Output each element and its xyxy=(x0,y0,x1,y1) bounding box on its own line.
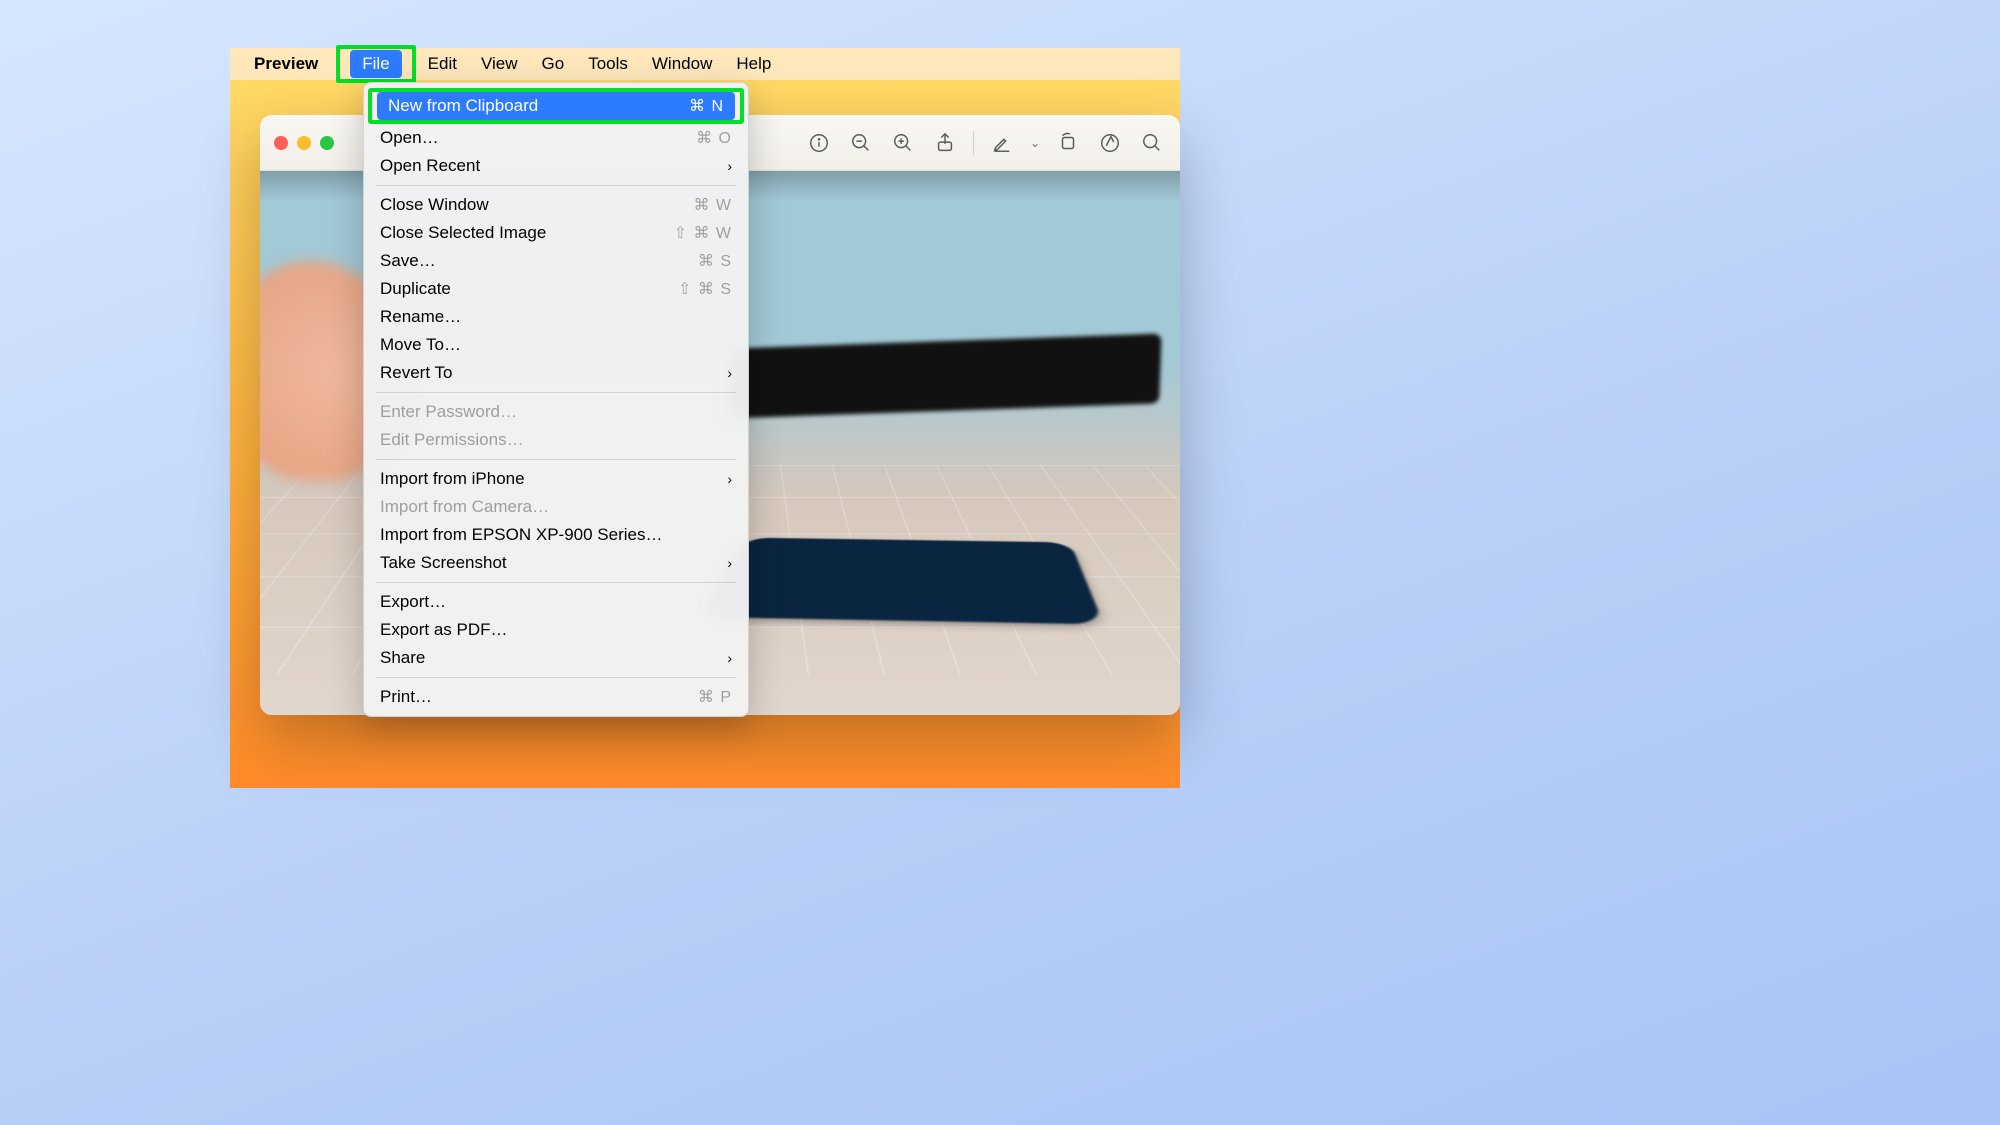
menu-item-rename[interactable]: Rename… xyxy=(364,303,748,331)
share-icon[interactable] xyxy=(931,129,959,157)
menu-item-label: Revert To xyxy=(380,363,727,383)
rotate-icon[interactable] xyxy=(1054,129,1082,157)
menu-shortcut: ⌘ N xyxy=(689,96,724,116)
chevron-down-icon[interactable]: ⌄ xyxy=(1030,136,1040,150)
menu-item-label: Move To… xyxy=(380,335,732,355)
zoom-in-icon[interactable] xyxy=(889,129,917,157)
menu-divider xyxy=(376,582,736,583)
menu-item-label: Print… xyxy=(380,687,698,707)
info-icon[interactable] xyxy=(805,129,833,157)
menu-item-share[interactable]: Share› xyxy=(364,644,748,672)
search-icon[interactable] xyxy=(1138,129,1166,157)
menu-shortcut: ⇧ ⌘ S xyxy=(678,279,732,299)
menu-item-label: Export… xyxy=(380,592,732,612)
minimize-button[interactable] xyxy=(297,136,311,150)
menu-divider xyxy=(376,185,736,186)
markup-icon[interactable] xyxy=(1096,129,1124,157)
toolbar-separator xyxy=(973,131,974,155)
menu-shortcut: ⌘ O xyxy=(696,128,732,148)
menu-item-import-from-epson-xp-900-series[interactable]: Import from EPSON XP-900 Series… xyxy=(364,521,748,549)
menu-file[interactable]: File xyxy=(336,45,415,83)
menu-go[interactable]: Go xyxy=(530,50,577,78)
menu-window[interactable]: Window xyxy=(640,50,724,78)
menu-item-duplicate[interactable]: Duplicate⇧ ⌘ S xyxy=(364,275,748,303)
menu-item-import-from-iphone[interactable]: Import from iPhone› xyxy=(364,465,748,493)
menu-divider xyxy=(376,459,736,460)
chevron-right-icon: › xyxy=(727,555,732,571)
menu-item-close-window[interactable]: Close Window⌘ W xyxy=(364,191,748,219)
menubar: Preview File Edit View Go Tools Window H… xyxy=(230,48,1180,80)
file-menu-dropdown: New from Clipboard⌘ NOpen…⌘ OOpen Recent… xyxy=(363,82,749,717)
menu-item-label: Open… xyxy=(380,128,696,148)
menu-view[interactable]: View xyxy=(469,50,530,78)
menu-item-take-screenshot[interactable]: Take Screenshot› xyxy=(364,549,748,577)
highlight-new-from-clipboard: New from Clipboard⌘ N xyxy=(368,88,744,124)
highlight-icon[interactable] xyxy=(988,129,1016,157)
chevron-right-icon: › xyxy=(727,365,732,381)
menu-item-label: Close Selected Image xyxy=(380,223,674,243)
menu-item-label: Rename… xyxy=(380,307,732,327)
menu-item-label: Share xyxy=(380,648,727,668)
close-button[interactable] xyxy=(274,136,288,150)
menu-divider xyxy=(376,392,736,393)
menu-item-label: New from Clipboard xyxy=(388,96,689,116)
menu-item-save[interactable]: Save…⌘ S xyxy=(364,247,748,275)
menu-shortcut: ⇧ ⌘ W xyxy=(674,223,732,243)
menu-item-label: Edit Permissions… xyxy=(380,430,732,450)
menu-item-label: Close Window xyxy=(380,195,693,215)
menu-item-edit-permissions: Edit Permissions… xyxy=(364,426,748,454)
app-name[interactable]: Preview xyxy=(254,54,318,74)
menu-shortcut: ⌘ S xyxy=(698,251,732,271)
menu-shortcut: ⌘ P xyxy=(698,687,732,707)
menu-item-open-recent[interactable]: Open Recent› xyxy=(364,152,748,180)
chevron-right-icon: › xyxy=(727,158,732,174)
menu-edit[interactable]: Edit xyxy=(416,50,469,78)
menu-shortcut: ⌘ W xyxy=(693,195,732,215)
menu-divider xyxy=(376,677,736,678)
menu-item-label: Save… xyxy=(380,251,698,271)
menu-file-label: File xyxy=(350,50,401,78)
menu-item-close-selected-image[interactable]: Close Selected Image⇧ ⌘ W xyxy=(364,219,748,247)
menu-item-label: Import from Camera… xyxy=(380,497,732,517)
menu-item-label: Take Screenshot xyxy=(380,553,727,573)
menu-item-label: Import from EPSON XP-900 Series… xyxy=(380,525,732,545)
fullscreen-button[interactable] xyxy=(320,136,334,150)
menu-tools[interactable]: Tools xyxy=(576,50,640,78)
phone-photo xyxy=(701,538,1104,625)
window-controls xyxy=(274,136,334,150)
menu-item-label: Duplicate xyxy=(380,279,678,299)
menu-item-export[interactable]: Export… xyxy=(364,588,748,616)
zoom-out-icon[interactable] xyxy=(847,129,875,157)
menu-item-export-as-pdf[interactable]: Export as PDF… xyxy=(364,616,748,644)
menu-item-label: Enter Password… xyxy=(380,402,732,422)
chevron-right-icon: › xyxy=(727,650,732,666)
chevron-right-icon: › xyxy=(727,471,732,487)
menu-help[interactable]: Help xyxy=(724,50,783,78)
menu-item-move-to[interactable]: Move To… xyxy=(364,331,748,359)
menu-item-import-from-camera: Import from Camera… xyxy=(364,493,748,521)
menu-item-revert-to[interactable]: Revert To› xyxy=(364,359,748,387)
menu-item-label: Open Recent xyxy=(380,156,727,176)
menu-item-new-from-clipboard[interactable]: New from Clipboard⌘ N xyxy=(377,92,735,120)
menu-item-label: Export as PDF… xyxy=(380,620,732,640)
laptop-photo xyxy=(728,334,1161,419)
menu-item-enter-password: Enter Password… xyxy=(364,398,748,426)
menu-item-open[interactable]: Open…⌘ O xyxy=(364,124,748,152)
menu-item-label: Import from iPhone xyxy=(380,469,727,489)
menu-item-print[interactable]: Print…⌘ P xyxy=(364,683,748,711)
